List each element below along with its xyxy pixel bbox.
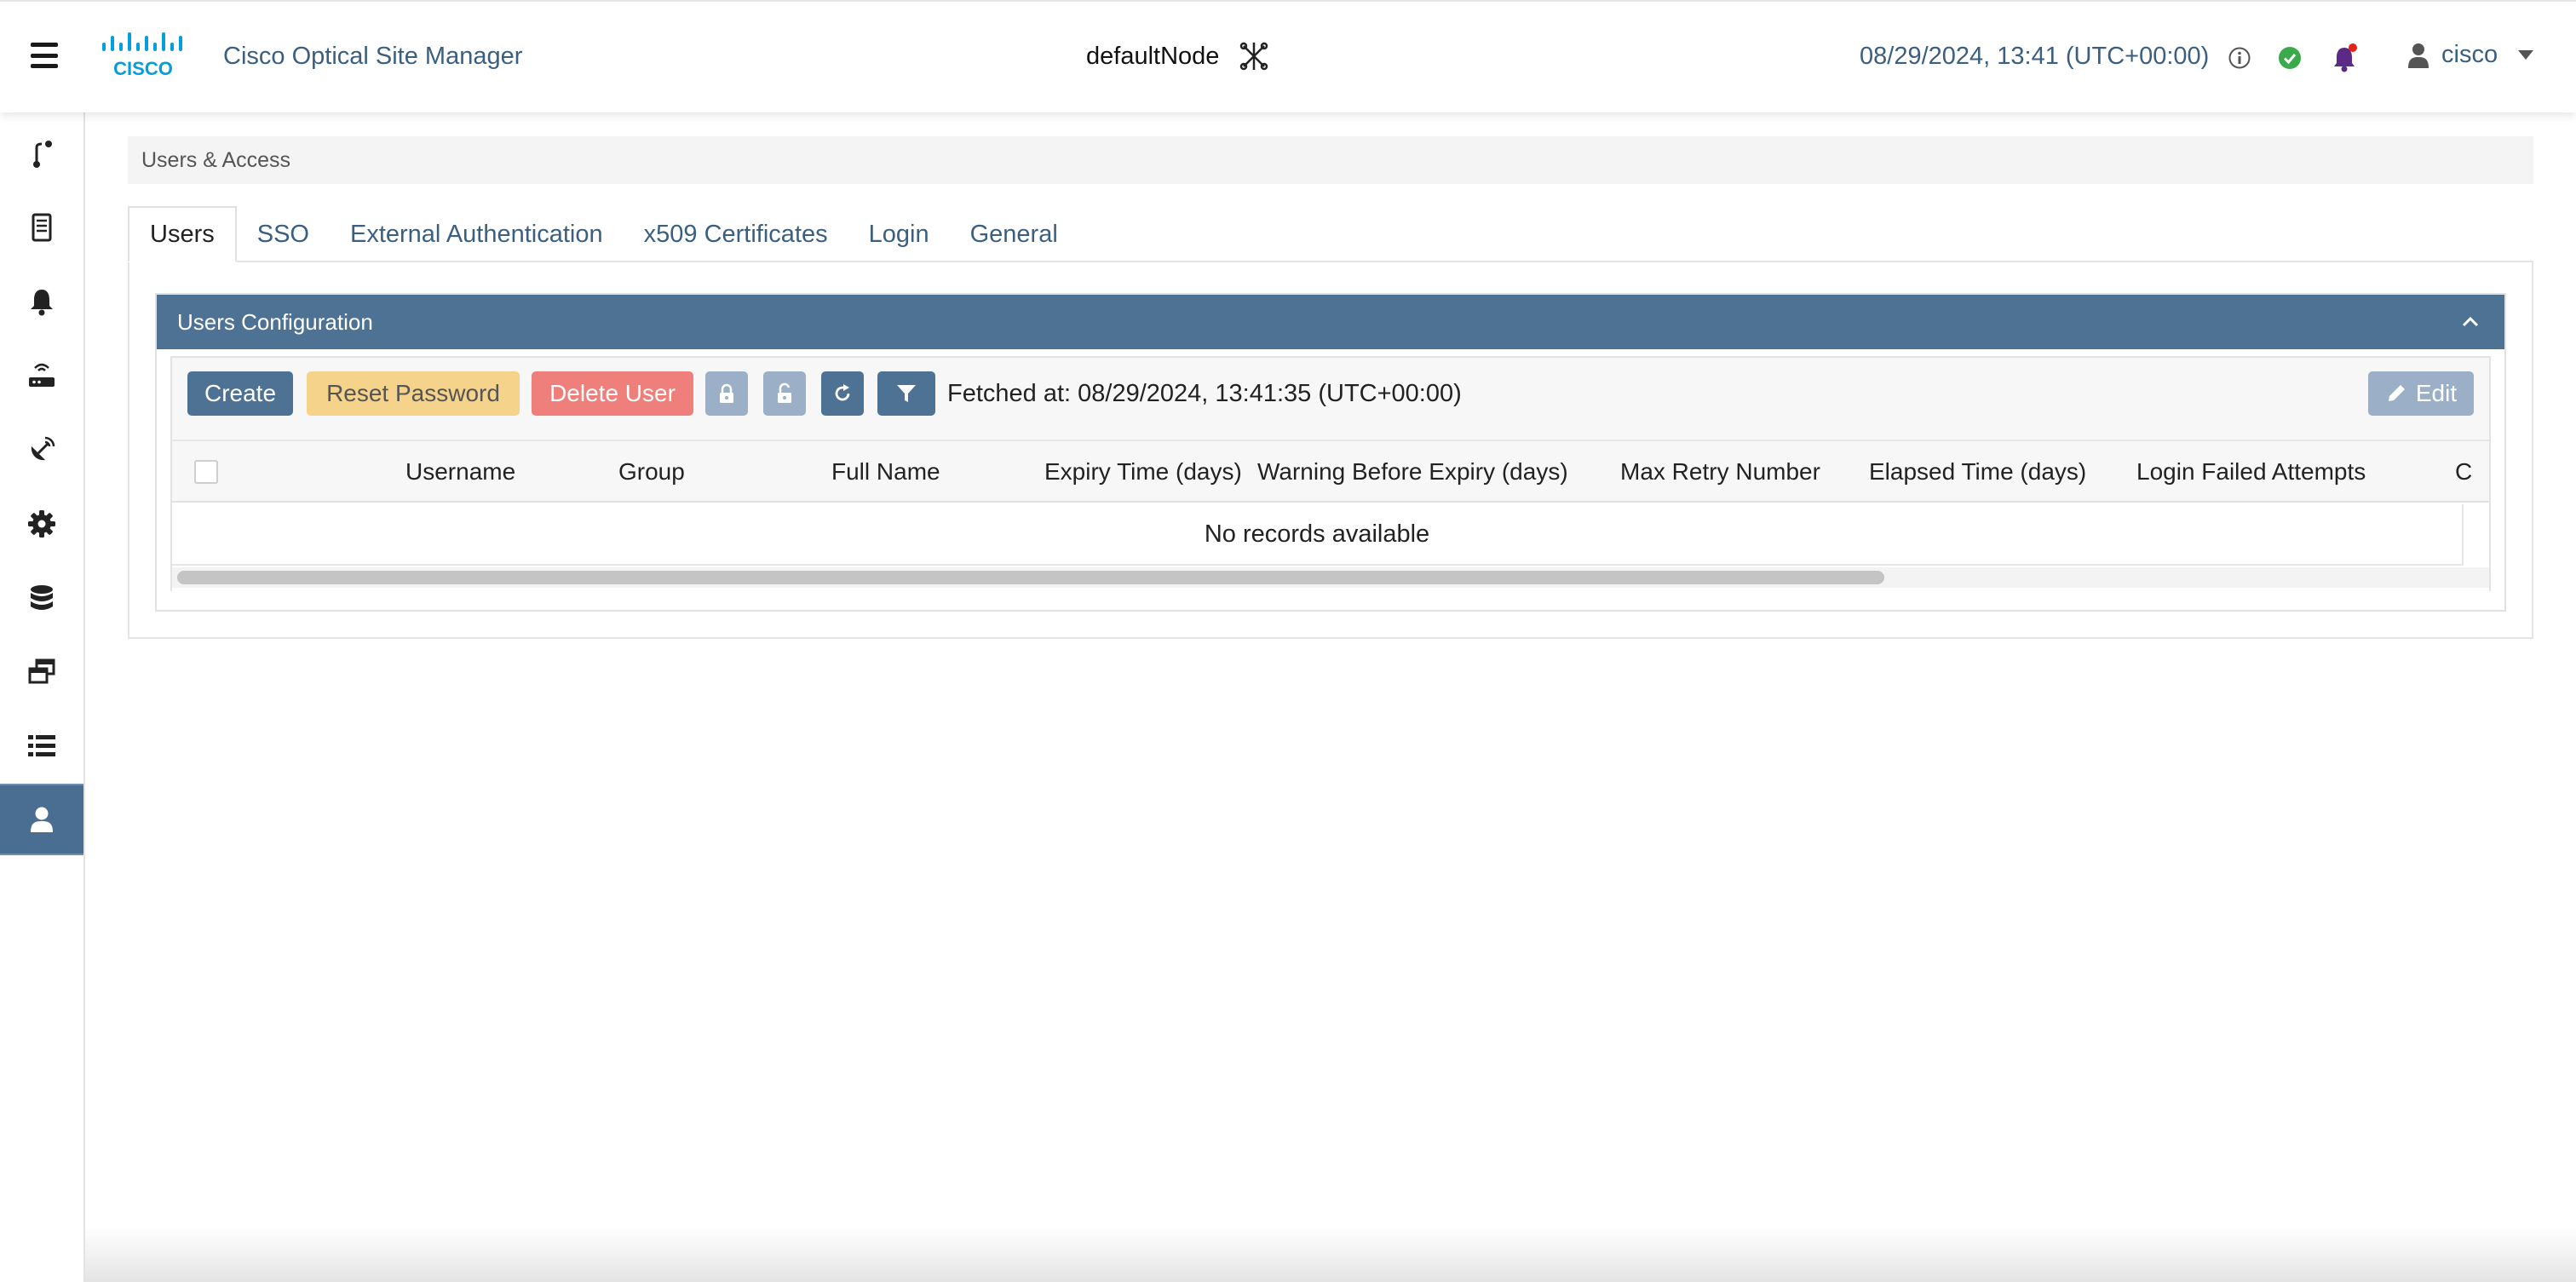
device-icon (32, 213, 52, 242)
sidebar-item-settings[interactable] (0, 488, 83, 560)
top-header: CISCO Cisco Optical Site Manager default… (0, 0, 2576, 112)
toolbar-area: Create Reset Password Delete User Fetche… (170, 356, 2491, 591)
tab-external-authentication[interactable]: External Authentication (330, 206, 624, 262)
sidebar-item-satellite[interactable] (0, 414, 83, 486)
sidebar-item-devices[interactable] (0, 192, 83, 263)
create-button[interactable]: Create (187, 371, 293, 416)
refresh-button[interactable] (821, 371, 864, 416)
edit-button[interactable]: Edit (2368, 371, 2474, 416)
bottom-shadow (85, 1227, 2576, 1282)
refresh-icon (835, 384, 850, 401)
lock-user-button[interactable] (705, 371, 748, 416)
column-header-username[interactable]: Username (405, 458, 515, 486)
sidebar-item-route[interactable] (0, 118, 83, 190)
datetime-display: 08/29/2024, 13:41 (UTC+00:00) (1860, 43, 2210, 70)
breadcrumb: Users & Access (128, 136, 2533, 184)
sidebar-item-list[interactable] (0, 710, 83, 782)
column-header-group[interactable]: Group (618, 458, 685, 486)
sidebar-item-users-access[interactable] (0, 784, 83, 855)
column-header-warning-before-expiry[interactable]: Warning Before Expiry (days) (1257, 458, 1568, 486)
filter-button[interactable] (877, 371, 935, 416)
users-table: Username Group Full Name Expiry Time (da… (172, 440, 2489, 591)
column-header-elapsed-time[interactable]: Elapsed Time (days) (1869, 458, 2086, 486)
fetched-timestamp: Fetched at: 08/29/2024, 13:41:35 (UTC+00… (947, 380, 1462, 407)
scrollbar-thumb[interactable] (177, 571, 1884, 584)
logo-text: CISCO (113, 58, 173, 78)
hamburger-menu-icon[interactable] (31, 43, 58, 68)
chevron-up-icon[interactable] (2462, 315, 2479, 327)
database-icon (31, 585, 53, 610)
sidebar-item-alarms[interactable] (0, 266, 83, 337)
info-icon[interactable] (2228, 46, 2251, 70)
gear-icon (28, 510, 55, 538)
windows-icon (28, 658, 55, 684)
user-icon (31, 807, 53, 832)
table-header: Username Group Full Name Expiry Time (da… (172, 440, 2489, 503)
notifications-bell-icon[interactable] (2331, 43, 2358, 73)
column-header-expiry-time[interactable]: Expiry Time (days) (1044, 458, 1242, 486)
filter-icon (897, 385, 916, 402)
router-icon (29, 363, 55, 387)
tab-sso[interactable]: SSO (237, 206, 330, 262)
tab-general[interactable]: General (950, 206, 1078, 262)
sidebar-item-network[interactable] (0, 340, 83, 411)
sidebar-item-windows[interactable] (0, 636, 83, 708)
bell-icon (31, 290, 53, 316)
column-header-login-failed-attempts[interactable]: Login Failed Attempts (2136, 458, 2366, 486)
cisco-logo: CISCO (102, 32, 182, 78)
unlock-icon (778, 382, 791, 403)
delete-user-button[interactable]: Delete User (532, 371, 693, 416)
sidebar-item-database[interactable] (0, 562, 83, 634)
topology-icon[interactable] (1237, 39, 1271, 73)
tab-users[interactable]: Users (128, 206, 237, 262)
chevron-down-icon (2518, 50, 2534, 60)
user-icon (2408, 43, 2429, 68)
node-name: defaultNode (1086, 43, 1220, 70)
status-ok-icon[interactable] (2278, 46, 2302, 70)
user-menu[interactable]: cisco (2407, 41, 2534, 69)
tab-login[interactable]: Login (848, 206, 950, 262)
unlock-user-button[interactable] (763, 371, 806, 416)
column-header-full-name[interactable]: Full Name (831, 458, 940, 486)
reset-password-button[interactable]: Reset Password (307, 371, 520, 416)
column-header-truncated[interactable]: C (2455, 458, 2472, 486)
route-icon (33, 141, 52, 168)
tab-bar: Users SSO External Authentication x509 C… (128, 206, 1078, 262)
tab-x509-certificates[interactable]: x509 Certificates (624, 206, 848, 262)
users-configuration-panel: Users Configuration Create Reset Passwor… (155, 293, 2506, 612)
empty-state-row: No records available (172, 504, 2464, 566)
panel-header[interactable]: Users Configuration (157, 295, 2504, 349)
edit-button-label: Edit (2415, 380, 2458, 406)
pencil-icon (2388, 385, 2405, 401)
panel-title: Users Configuration (177, 308, 373, 335)
username-label: cisco (2441, 41, 2498, 68)
sidebar-nav (0, 112, 85, 1282)
column-header-max-retry-number[interactable]: Max Retry Number (1620, 458, 1820, 486)
select-all-checkbox[interactable] (194, 460, 218, 484)
satellite-icon (31, 436, 55, 461)
list-icon (28, 735, 55, 756)
horizontal-scrollbar[interactable] (172, 567, 2489, 588)
breadcrumb-label: Users & Access (141, 147, 291, 172)
app-title: Cisco Optical Site Manager (223, 43, 523, 70)
lock-icon (720, 383, 733, 403)
